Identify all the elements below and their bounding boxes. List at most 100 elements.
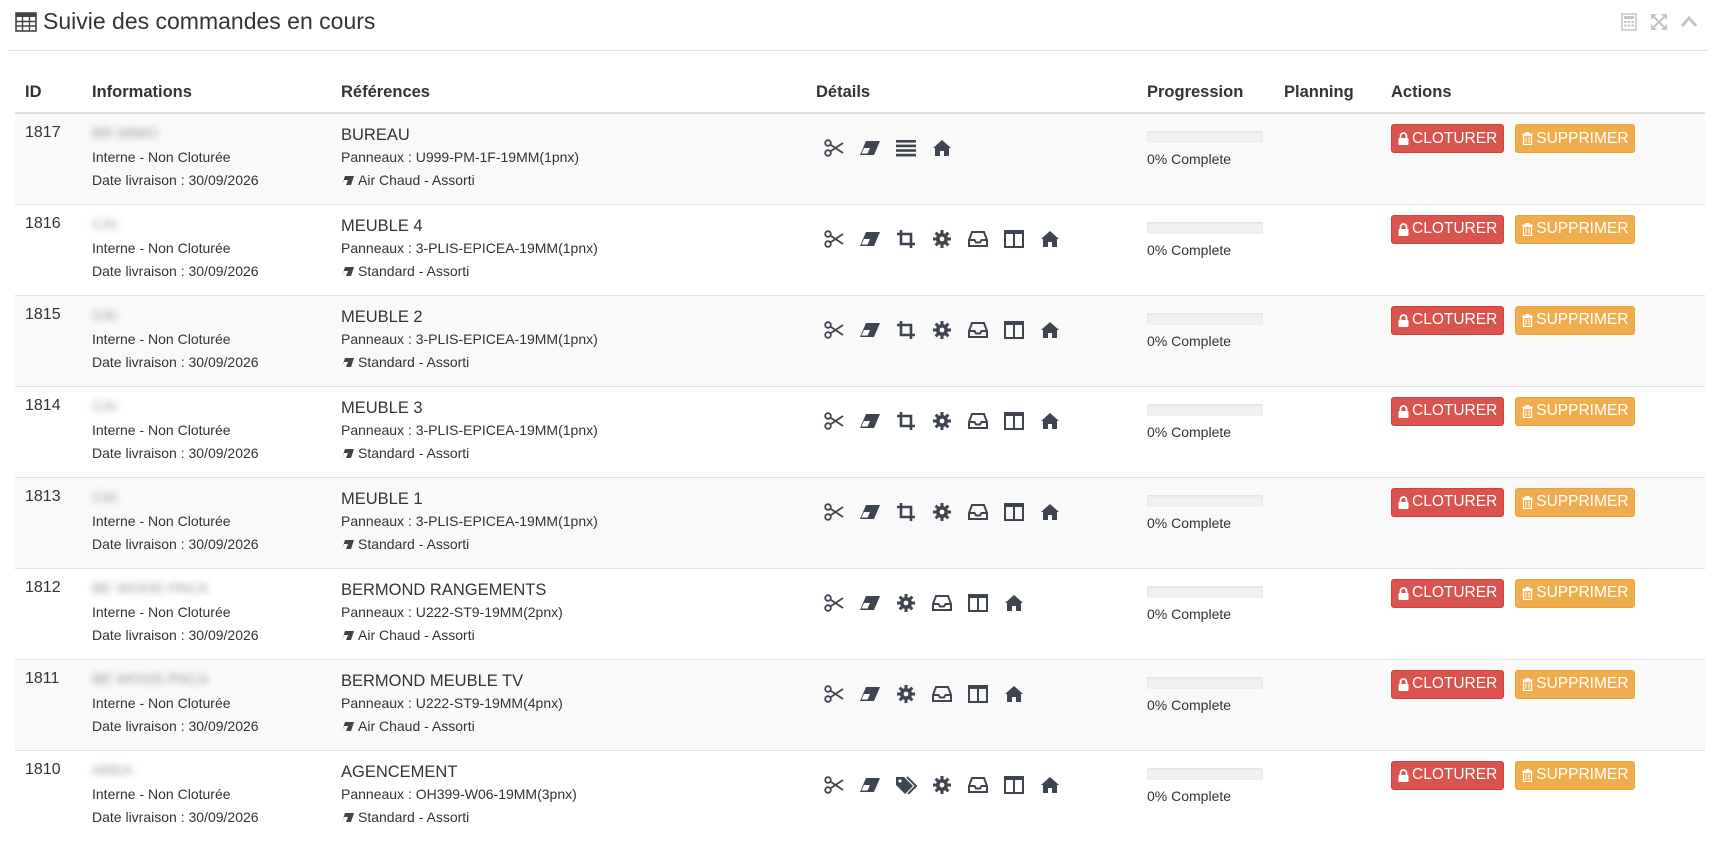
header-details[interactable]: Détails xyxy=(806,72,1137,114)
crop-icon[interactable] xyxy=(888,502,924,522)
columns-icon[interactable] xyxy=(996,775,1032,795)
tags-icon[interactable] xyxy=(888,775,924,795)
inbox-icon[interactable] xyxy=(924,593,960,613)
table-row: 1817 BR IMMO Interne - Non Cloturée Date… xyxy=(15,112,1705,204)
progress-bar xyxy=(1147,221,1263,234)
close-order-button[interactable]: CLOTURER xyxy=(1391,669,1505,699)
eraser-icon[interactable] xyxy=(852,502,888,522)
close-order-button[interactable]: CLOTURER xyxy=(1391,487,1505,517)
row-actions: CLOTURER SUPPRIMER xyxy=(1391,214,1695,244)
collapse-icon[interactable] xyxy=(1679,12,1699,32)
home-icon[interactable] xyxy=(1032,320,1068,340)
close-order-button[interactable]: CLOTURER xyxy=(1391,124,1505,153)
scissors-icon[interactable] xyxy=(816,138,852,158)
reference-title: BERMOND MEUBLE TV xyxy=(341,671,524,690)
cell-details xyxy=(806,203,1137,295)
gear-icon[interactable] xyxy=(924,411,960,431)
expand-icon[interactable] xyxy=(1649,12,1669,32)
progress-bar xyxy=(1147,131,1263,143)
columns-icon[interactable] xyxy=(960,684,996,704)
close-order-button[interactable]: CLOTURER xyxy=(1391,578,1505,608)
close-order-button[interactable]: CLOTURER xyxy=(1391,760,1505,790)
inbox-icon[interactable] xyxy=(960,411,996,431)
delivery-date: Date livraison : 30/09/2026 xyxy=(92,262,259,279)
delete-order-button[interactable]: SUPPRIMER xyxy=(1515,578,1636,608)
row-actions: CLOTURER SUPPRIMER xyxy=(1391,124,1695,153)
columns-icon[interactable] xyxy=(996,229,1032,249)
panels-info: Panneaux : OH399-W06-19MM(3pnx) xyxy=(341,785,577,802)
home-icon[interactable] xyxy=(1032,229,1068,249)
delete-order-button[interactable]: SUPPRIMER xyxy=(1515,305,1636,335)
cell-actions: CLOTURER SUPPRIMER xyxy=(1381,294,1705,386)
columns-icon[interactable] xyxy=(960,593,996,613)
delete-order-button[interactable]: SUPPRIMER xyxy=(1515,124,1636,153)
crop-icon[interactable] xyxy=(888,411,924,431)
trash-icon xyxy=(1522,132,1533,145)
lock-icon xyxy=(1398,495,1409,509)
home-icon[interactable] xyxy=(1032,775,1068,795)
header-references[interactable]: Références xyxy=(331,72,806,114)
eraser-icon[interactable] xyxy=(852,320,888,340)
scissors-icon[interactable] xyxy=(816,229,852,249)
scissors-icon[interactable] xyxy=(816,502,852,522)
columns-icon[interactable] xyxy=(996,320,1032,340)
scissors-icon[interactable] xyxy=(816,411,852,431)
eraser-icon[interactable] xyxy=(852,684,888,704)
home-icon[interactable] xyxy=(1032,502,1068,522)
eraser-icon[interactable] xyxy=(852,138,888,158)
columns-icon[interactable] xyxy=(996,411,1032,431)
delete-order-button[interactable]: SUPPRIMER xyxy=(1515,760,1636,790)
client-name: BE WOOD PACA xyxy=(92,579,209,597)
columns-icon[interactable] xyxy=(996,502,1032,522)
gear-icon[interactable] xyxy=(924,320,960,340)
inbox-icon[interactable] xyxy=(960,229,996,249)
orders-table: ID Informations Références Détails Progr… xyxy=(15,72,1705,841)
eraser-icon[interactable] xyxy=(852,229,888,249)
progress-label: 0% Complete xyxy=(1147,514,1232,531)
header-id[interactable]: ID xyxy=(15,72,82,114)
home-icon[interactable] xyxy=(1032,411,1068,431)
cell-details xyxy=(806,749,1137,841)
eraser-icon[interactable] xyxy=(852,411,888,431)
home-icon[interactable] xyxy=(924,138,960,158)
progress-bar xyxy=(1147,585,1263,598)
lock-icon xyxy=(1398,313,1409,327)
crop-icon[interactable] xyxy=(888,229,924,249)
gear-icon[interactable] xyxy=(924,229,960,249)
inbox-icon[interactable] xyxy=(960,320,996,340)
gear-icon[interactable] xyxy=(888,684,924,704)
close-order-button[interactable]: CLOTURER xyxy=(1391,396,1505,426)
eraser-icon[interactable] xyxy=(852,593,888,613)
delete-order-button[interactable]: SUPPRIMER xyxy=(1515,669,1636,699)
gear-icon[interactable] xyxy=(924,502,960,522)
eraser-icon[interactable] xyxy=(852,775,888,795)
home-icon[interactable] xyxy=(996,684,1032,704)
close-order-button[interactable]: CLOTURER xyxy=(1391,305,1505,335)
client-name: CAI xyxy=(92,397,118,415)
header-actions: Actions xyxy=(1381,72,1705,114)
scissors-icon[interactable] xyxy=(816,320,852,340)
close-order-button[interactable]: CLOTURER xyxy=(1391,214,1505,244)
list-icon[interactable] xyxy=(888,138,924,158)
scissors-icon[interactable] xyxy=(816,775,852,795)
delete-order-button[interactable]: SUPPRIMER xyxy=(1515,396,1636,426)
edge-label: Standard - Assorti xyxy=(358,535,470,552)
gear-icon[interactable] xyxy=(924,775,960,795)
details-icons xyxy=(816,215,1127,249)
cell-planning xyxy=(1274,476,1381,568)
inbox-icon[interactable] xyxy=(960,502,996,522)
header-planning[interactable]: Planning xyxy=(1274,72,1381,114)
delete-order-button[interactable]: SUPPRIMER xyxy=(1515,214,1636,244)
home-icon[interactable] xyxy=(996,593,1032,613)
inbox-icon[interactable] xyxy=(924,684,960,704)
calculator-icon[interactable] xyxy=(1619,12,1639,32)
scissors-icon[interactable] xyxy=(816,684,852,704)
close-order-label: CLOTURER xyxy=(1412,675,1498,692)
header-informations[interactable]: Informations xyxy=(82,72,331,114)
scissors-icon[interactable] xyxy=(816,593,852,613)
delete-order-button[interactable]: SUPPRIMER xyxy=(1515,487,1636,517)
crop-icon[interactable] xyxy=(888,320,924,340)
header-progression[interactable]: Progression xyxy=(1137,72,1274,114)
inbox-icon[interactable] xyxy=(960,775,996,795)
gear-icon[interactable] xyxy=(888,593,924,613)
